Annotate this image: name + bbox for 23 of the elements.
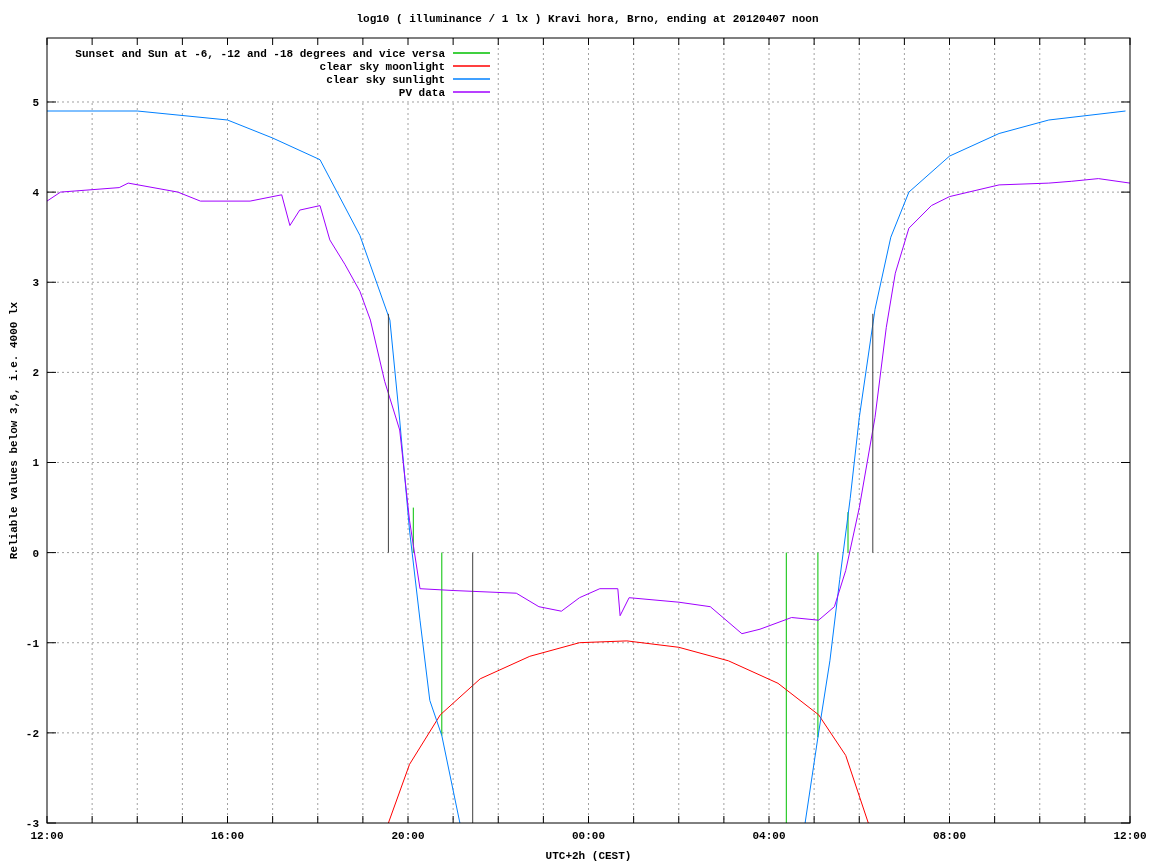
tick-label: -3	[25, 818, 39, 830]
tick-label: 04:00	[752, 830, 786, 842]
tick-label: 0	[32, 547, 39, 560]
legend-label: clear sky sunlight	[326, 74, 445, 86]
tick-label: 08:00	[933, 830, 966, 842]
tick-label: 20:00	[391, 830, 425, 842]
tick-label: 00:00	[572, 830, 605, 842]
tick-label: -2	[25, 727, 39, 740]
tick-label: 1	[32, 457, 39, 470]
tick-label: 16:00	[211, 830, 244, 842]
legend-label: clear sky moonlight	[319, 61, 445, 73]
y-axis-label: Reliable values below 3,6, i.e. 4000 lx	[8, 301, 20, 560]
tick-label: -1	[25, 637, 39, 650]
tick-label: 12:00	[30, 830, 64, 842]
tick-label: 3	[32, 277, 39, 290]
x-axis-label: UTC+2h (CEST)	[545, 850, 632, 862]
tick-label: 4	[32, 187, 39, 200]
tick-label: 12:00	[1113, 830, 1147, 842]
legend-label: Sunset and Sun at -6, -12 and -18 degrees and vice versa	[75, 48, 445, 60]
legend-label: PV data	[398, 87, 445, 99]
chart-title: log10 ( illuminance / 1 lx ) Kravi hora, Brno, ending at 20120407 noon	[356, 13, 819, 25]
tick-label: 5	[32, 97, 39, 109]
tick-label: 2	[32, 367, 39, 380]
